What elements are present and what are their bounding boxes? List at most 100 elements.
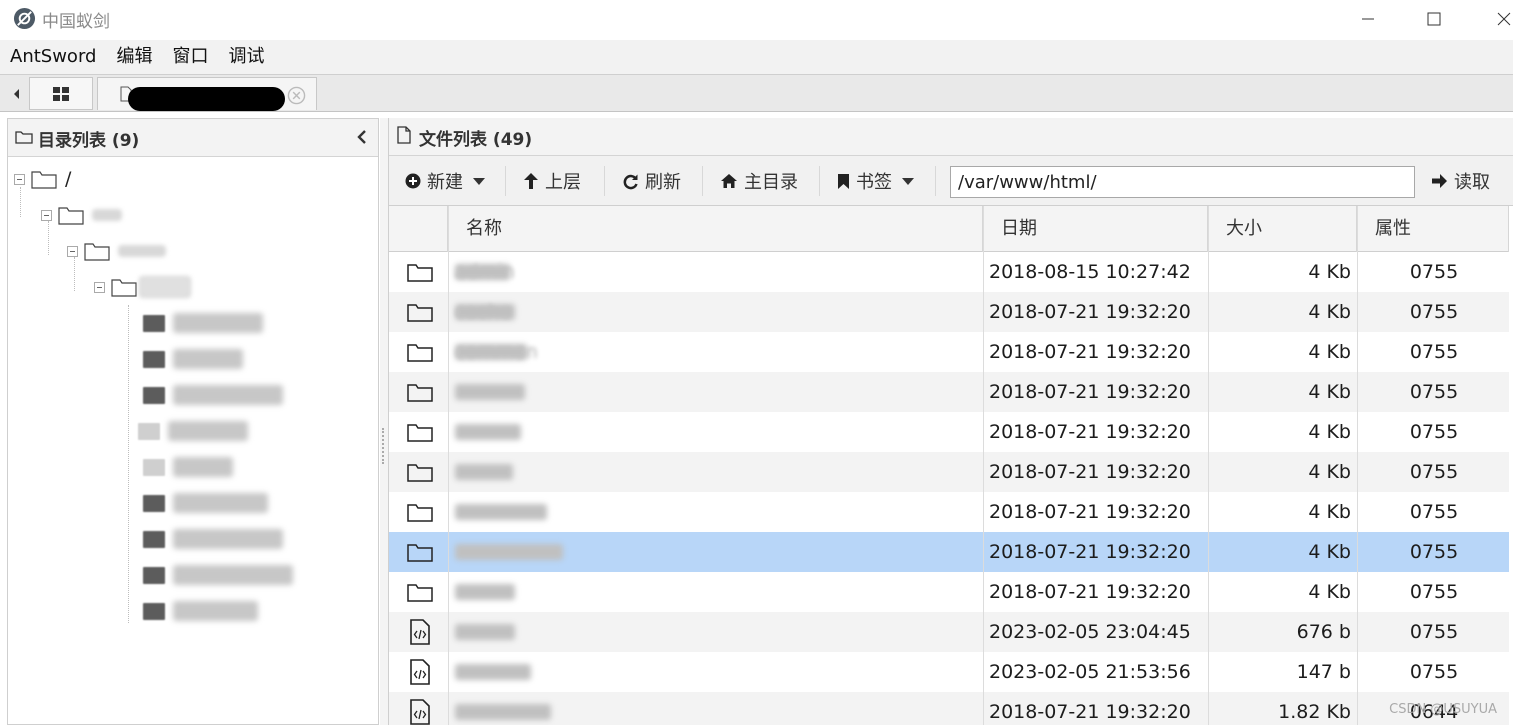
file-size: 4 Kb bbox=[1308, 301, 1351, 323]
file-grid-header: 名称 日期 大小 属性 bbox=[389, 206, 1509, 252]
minimize-button[interactable] bbox=[1346, 4, 1390, 34]
file-toolbar: 新建 上层 刷新 主目录 书签 /var/www/html/ 读取 bbox=[389, 156, 1513, 206]
file-date: 2018-07-21 19:32:20 bbox=[989, 541, 1191, 563]
collapse-panel-icon[interactable] bbox=[356, 128, 368, 146]
file-row[interactable]: 2018-07-21 19:32:20 4 Kb 0755 bbox=[389, 532, 1509, 572]
file-date: 2018-07-21 19:32:20 bbox=[989, 501, 1191, 523]
tree-node-www[interactable] bbox=[67, 238, 166, 264]
panel-splitter[interactable] bbox=[380, 118, 388, 725]
folder-outline-icon bbox=[58, 207, 84, 225]
refresh-icon bbox=[623, 174, 638, 189]
folder-outline-icon bbox=[31, 171, 57, 189]
menu-window[interactable]: 窗口 bbox=[162, 40, 218, 74]
toolbar-separator bbox=[702, 166, 703, 196]
file-name-cell bbox=[455, 532, 635, 572]
file-attr: 0755 bbox=[1409, 621, 1459, 643]
column-divider bbox=[983, 206, 984, 725]
read-button[interactable]: 读取 bbox=[1431, 164, 1490, 198]
file-row[interactable]: common 2018-07-21 19:32:20 4 Kb 0755 bbox=[389, 332, 1509, 372]
redacted-text bbox=[173, 313, 263, 333]
file-date: 2018-07-21 19:32:20 bbox=[989, 341, 1191, 363]
redacted-text bbox=[455, 504, 547, 520]
tree-child[interactable] bbox=[138, 417, 248, 445]
column-header-icon bbox=[389, 206, 448, 252]
file-row[interactable]: 2023-02-05 23:04:45 676 b 0755 bbox=[389, 612, 1509, 652]
menu-antsword[interactable]: AntSword bbox=[0, 40, 106, 74]
column-header-name[interactable]: 名称 bbox=[448, 206, 983, 252]
home-icon bbox=[721, 174, 737, 188]
folder-outline-icon bbox=[407, 504, 433, 522]
tree-child[interactable] bbox=[143, 453, 233, 481]
file-date: 2018-07-21 19:32:20 bbox=[989, 461, 1191, 483]
folder-icon bbox=[143, 530, 165, 548]
folder-outline-icon bbox=[407, 384, 433, 402]
redacted-text bbox=[455, 264, 510, 280]
file-attr: 0755 bbox=[1409, 341, 1459, 363]
folder-outline-icon bbox=[407, 264, 433, 282]
file-grid: 名称 日期 大小 属性 admin 2018-08-15 10:27:42 4 Kb… bbox=[389, 206, 1509, 725]
redacted-text bbox=[173, 349, 243, 369]
new-button[interactable]: 新建 bbox=[405, 164, 485, 198]
redacted-text bbox=[173, 601, 258, 621]
title-bar: 中国蚁剑 bbox=[0, 0, 1513, 40]
menu-edit[interactable]: 编辑 bbox=[106, 40, 162, 74]
collapse-toggle-icon[interactable] bbox=[67, 245, 78, 257]
tree-node-html[interactable] bbox=[94, 274, 191, 300]
file-name-cell: cache bbox=[455, 292, 635, 332]
tree-child[interactable] bbox=[143, 561, 293, 589]
column-header-date[interactable]: 日期 bbox=[983, 206, 1208, 252]
home-button[interactable]: 主目录 bbox=[720, 164, 798, 198]
file-date: 2018-07-21 19:32:20 bbox=[989, 701, 1191, 723]
file-row[interactable]: 2018-07-21 19:32:20 4 Kb 0755 bbox=[389, 492, 1509, 532]
directory-panel-header: 目录列表 (9) bbox=[8, 119, 378, 157]
grid-icon bbox=[53, 86, 69, 101]
tree-child[interactable] bbox=[143, 597, 258, 625]
tree-child[interactable] bbox=[143, 381, 283, 409]
tab-site-files[interactable]: redacted bbox=[97, 77, 317, 111]
tree-node-root[interactable]: / bbox=[14, 166, 71, 192]
file-row[interactable]: 2023-02-05 21:53:56 147 b 0755 bbox=[389, 652, 1509, 692]
watermark: CSDN @USUYUA bbox=[1389, 702, 1497, 717]
file-date: 2018-07-21 19:32:20 bbox=[989, 581, 1191, 603]
tab-home[interactable] bbox=[29, 77, 93, 110]
collapse-toggle-icon[interactable] bbox=[94, 281, 105, 293]
up-button[interactable]: 上层 bbox=[523, 164, 581, 198]
tree-child[interactable] bbox=[143, 489, 268, 517]
file-name-cell bbox=[455, 612, 635, 652]
maximize-button[interactable] bbox=[1412, 4, 1456, 34]
file-row[interactable]: cache 2018-07-21 19:32:20 4 Kb 0755 bbox=[389, 292, 1509, 332]
tab-close-icon[interactable] bbox=[287, 86, 306, 105]
tree-node-var[interactable] bbox=[41, 202, 122, 228]
arrow-up-icon bbox=[524, 173, 538, 189]
tree-child[interactable] bbox=[143, 309, 263, 337]
menu-debug[interactable]: 调试 bbox=[218, 40, 274, 74]
bookmark-button[interactable]: 书签 bbox=[837, 164, 914, 198]
file-date: 2023-02-05 21:53:56 bbox=[989, 661, 1191, 683]
file-row[interactable]: 2018-07-21 19:32:20 4 Kb 0755 bbox=[389, 412, 1509, 452]
file-row[interactable]: 2018-07-21 19:32:20 4 Kb 0755 bbox=[389, 452, 1509, 492]
close-window-button[interactable] bbox=[1482, 4, 1513, 34]
redacted-text bbox=[455, 704, 551, 720]
column-header-attr[interactable]: 属性 bbox=[1357, 206, 1509, 252]
folder-outline-icon bbox=[15, 131, 33, 144]
collapse-toggle-icon[interactable] bbox=[14, 173, 25, 185]
redacted-text bbox=[455, 584, 515, 600]
file-size: 4 Kb bbox=[1308, 421, 1351, 443]
bookmark-icon bbox=[838, 173, 849, 189]
file-name-cell bbox=[455, 652, 635, 692]
column-header-size[interactable]: 大小 bbox=[1208, 206, 1357, 252]
path-input[interactable] bbox=[950, 166, 1415, 198]
tree-child[interactable] bbox=[143, 525, 283, 553]
file-row[interactable]: 2018-07-21 19:32:20 1.82 Kb 0644 bbox=[389, 692, 1509, 725]
refresh-button[interactable]: 刷新 bbox=[622, 164, 681, 198]
file-row[interactable]: 2018-07-21 19:32:20 4 Kb 0755 bbox=[389, 572, 1509, 612]
tree-child[interactable] bbox=[143, 345, 243, 373]
collapse-toggle-icon[interactable] bbox=[41, 209, 52, 221]
tab-scroll-left-button[interactable] bbox=[4, 77, 28, 111]
file-row[interactable]: admin 2018-08-15 10:27:42 4 Kb 0755 bbox=[389, 252, 1509, 292]
file-row[interactable]: 2018-07-21 19:32:20 4 Kb 0755 bbox=[389, 372, 1509, 412]
redacted-text bbox=[173, 529, 283, 549]
file-name-cell bbox=[455, 452, 635, 492]
folder-cell bbox=[403, 412, 437, 452]
folder-cell bbox=[403, 532, 437, 572]
